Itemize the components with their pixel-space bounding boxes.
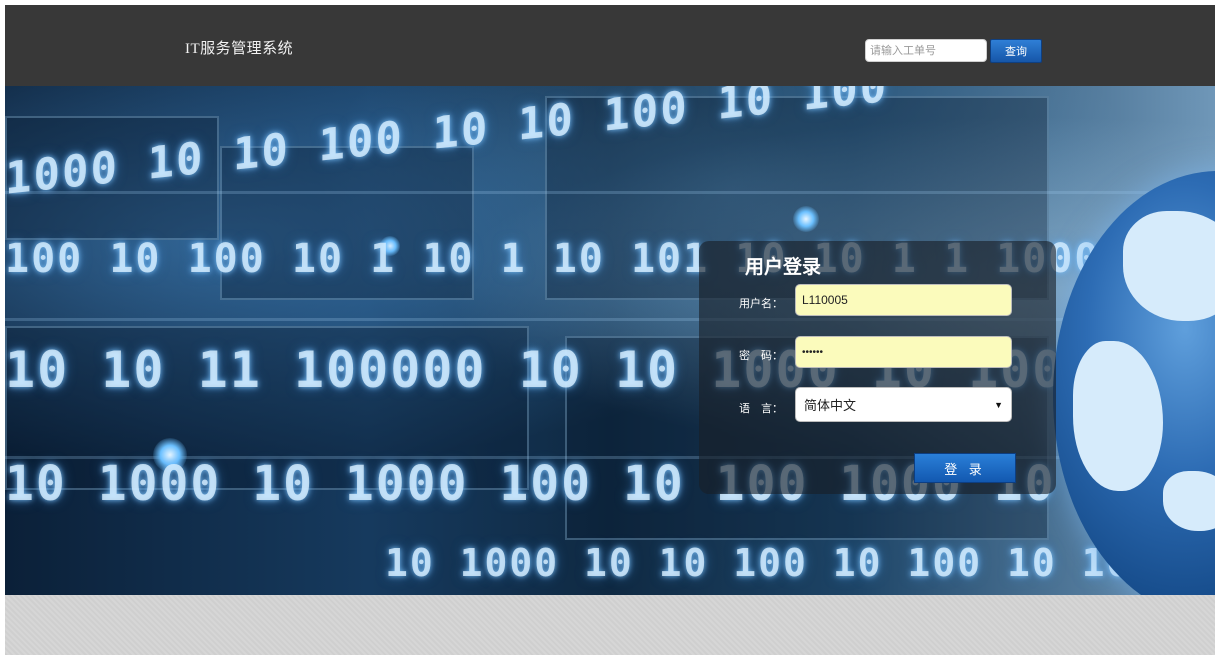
username-label: 用户名：: [739, 298, 783, 310]
login-title: 用户登录: [745, 257, 822, 278]
top-header: IT服务管理系统 查询: [5, 5, 1215, 86]
app-title: IT服务管理系统: [185, 41, 294, 57]
language-label: 语 言：: [739, 403, 783, 415]
ticket-search-input[interactable]: [865, 39, 987, 62]
search-button[interactable]: 查询: [990, 39, 1042, 63]
hero-banner: 1000 10 10 100 10 10 100 10 100 100 10 1…: [5, 86, 1215, 595]
language-select-value: 简体中文: [804, 398, 857, 413]
password-field[interactable]: [795, 336, 1012, 368]
binary-code-row: 10 1000 10 10 100 10 100 10 100 10 1000: [385, 541, 1215, 585]
username-field[interactable]: [795, 284, 1012, 316]
password-label: 密 码：: [739, 350, 783, 362]
continent-shape: [1163, 471, 1215, 531]
login-button[interactable]: 登 录: [914, 453, 1016, 483]
footer: [5, 595, 1215, 655]
login-panel: 用户登录 用户名： 密 码： 语 言： 简体中文 ▼ 登 录: [699, 241, 1056, 494]
page: IT服务管理系统 查询 1000 10 10 100 10 10 100 10 …: [5, 5, 1215, 655]
continent-shape: [1123, 211, 1215, 321]
globe-image: [1053, 171, 1215, 595]
server-led-icon: [793, 206, 819, 232]
continent-shape: [1073, 341, 1163, 491]
chevron-down-icon: ▼: [994, 399, 1003, 410]
rack-divider: [5, 191, 1215, 194]
language-select[interactable]: 简体中文 ▼: [795, 387, 1012, 422]
